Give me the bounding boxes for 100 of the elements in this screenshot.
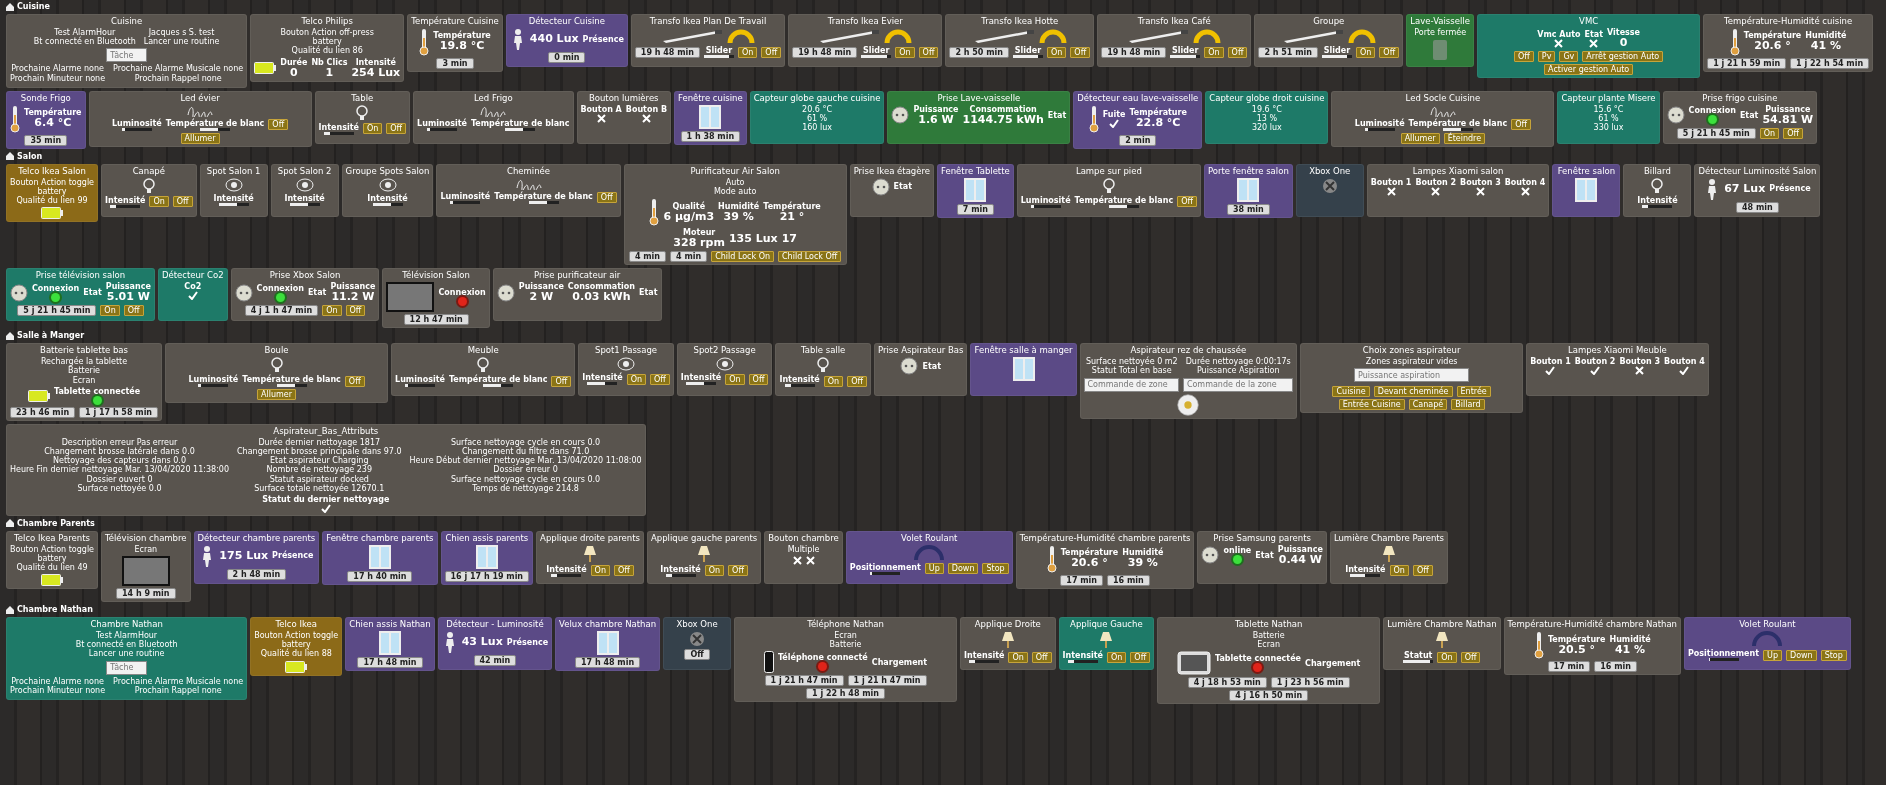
action-button[interactable]: Allumer — [257, 389, 297, 401]
slider[interactable] — [323, 131, 354, 135]
action-button[interactable]: Off — [123, 305, 144, 317]
input-field[interactable]: Commande de zone — [1083, 377, 1179, 392]
action-button[interactable]: Billard — [1451, 399, 1485, 411]
slider[interactable] — [200, 127, 231, 131]
slider[interactable] — [1030, 204, 1061, 208]
slider[interactable] — [870, 571, 901, 575]
slider[interactable] — [1067, 660, 1098, 664]
action-button[interactable]: Off — [650, 373, 670, 385]
action-button[interactable]: Off — [1177, 196, 1197, 208]
input-field[interactable]: Tâche — [106, 660, 147, 675]
action-button[interactable]: Cuisine — [1332, 386, 1370, 398]
slider[interactable] — [404, 384, 435, 388]
slider[interactable] — [483, 384, 514, 388]
slider[interactable] — [551, 573, 582, 577]
action-button[interactable]: Éteindre — [1443, 132, 1486, 144]
action-button[interactable]: On — [704, 565, 725, 577]
action-button[interactable]: Off — [1379, 46, 1400, 58]
action-button[interactable]: Off — [386, 123, 407, 135]
action-button[interactable]: On — [1204, 46, 1224, 58]
action-button[interactable]: On — [1046, 46, 1067, 58]
action-button[interactable]: On — [1355, 46, 1376, 58]
slider[interactable] — [686, 382, 717, 386]
slider[interactable] — [450, 200, 481, 204]
action-button[interactable]: Arrêt gestion Auto — [1582, 51, 1664, 63]
action-button[interactable]: Off — [728, 565, 748, 577]
action-button[interactable]: On — [100, 305, 120, 317]
action-button[interactable]: On — [149, 196, 169, 208]
action-button[interactable]: Off — [1412, 565, 1433, 577]
slider[interactable] — [198, 384, 229, 388]
action-button[interactable]: Off — [596, 192, 617, 204]
action-button[interactable]: Canapé — [1408, 399, 1448, 411]
slider[interactable] — [1108, 204, 1139, 208]
action-button[interactable]: Off — [1514, 51, 1534, 63]
action-button[interactable]: Up — [1763, 649, 1782, 661]
action-button[interactable]: Off — [614, 565, 634, 577]
action-button[interactable]: On — [1759, 127, 1780, 139]
action-button[interactable]: Allumer — [180, 132, 220, 144]
slider[interactable] — [861, 55, 892, 58]
action-button[interactable]: Off — [1783, 127, 1803, 139]
action-button[interactable]: Pv — [1537, 51, 1556, 63]
action-button[interactable]: Off — [1070, 46, 1091, 58]
action-button[interactable]: Off — [344, 375, 365, 387]
action-button[interactable]: Allumer — [1400, 132, 1440, 144]
action-button[interactable]: On — [823, 375, 844, 387]
action-button[interactable]: Off — [847, 375, 867, 387]
action-button[interactable]: Stop — [1820, 649, 1847, 661]
action-button[interactable]: Off — [918, 46, 939, 58]
slider[interactable] — [1364, 127, 1395, 131]
slider[interactable] — [1442, 127, 1473, 131]
slider[interactable] — [218, 202, 249, 206]
action-button[interactable]: Up — [924, 563, 944, 575]
action-button[interactable]: Stop — [982, 563, 1009, 575]
action-button[interactable]: On — [322, 305, 342, 317]
action-button[interactable]: Devant cheminée — [1373, 386, 1453, 398]
action-button[interactable]: Down — [1785, 649, 1817, 661]
action-button[interactable]: Off — [1460, 651, 1481, 663]
input-field[interactable]: Tâche — [106, 48, 147, 63]
slider[interactable] — [969, 660, 1000, 664]
input-field[interactable]: Commande de la zone — [1182, 377, 1294, 392]
action-button[interactable]: Gv — [1559, 51, 1579, 63]
action-button[interactable]: On — [1008, 651, 1028, 663]
action-button[interactable]: Off — [268, 119, 289, 131]
slider[interactable] — [110, 204, 141, 208]
action-button[interactable]: Off — [748, 373, 769, 385]
slider[interactable] — [427, 127, 457, 131]
action-button[interactable]: On — [725, 373, 745, 385]
action-button[interactable]: Off — [172, 196, 193, 208]
action-button[interactable]: Entrée — [1456, 386, 1491, 398]
action-button[interactable]: Off — [1227, 46, 1248, 58]
slider[interactable] — [505, 127, 536, 131]
slider[interactable] — [587, 382, 618, 386]
slider[interactable] — [289, 202, 320, 206]
slider[interactable] — [665, 573, 696, 577]
action-button[interactable]: Child Lock On — [711, 251, 775, 263]
action-button[interactable]: Off — [345, 305, 366, 317]
action-button[interactable]: Activer gestion Auto — [1544, 64, 1634, 76]
input-field[interactable]: Puissance aspiration — [1354, 368, 1470, 383]
slider[interactable] — [121, 127, 152, 131]
slider[interactable] — [1170, 55, 1201, 58]
action-button[interactable]: Off — [1511, 119, 1531, 131]
slider[interactable] — [784, 384, 815, 388]
action-button[interactable]: Off — [1130, 651, 1151, 663]
action-button[interactable]: Off — [761, 46, 782, 58]
action-button[interactable]: On — [737, 46, 758, 58]
slider[interactable] — [372, 202, 403, 206]
action-button[interactable]: On — [590, 565, 610, 577]
action-button[interactable]: On — [895, 46, 915, 58]
action-button[interactable]: On — [362, 123, 383, 135]
action-button[interactable]: On — [1437, 651, 1457, 663]
action-button[interactable]: On — [626, 373, 647, 385]
slider[interactable] — [1350, 573, 1381, 577]
action-button[interactable]: On — [1106, 651, 1127, 663]
action-button[interactable]: Child Lock Off — [778, 251, 842, 263]
action-button[interactable]: Entrée Cuisine — [1338, 399, 1405, 411]
action-button[interactable]: Off — [551, 375, 572, 387]
action-button[interactable]: Off — [1031, 651, 1052, 663]
slider[interactable] — [1708, 658, 1739, 662]
action-button[interactable]: On — [1389, 565, 1409, 577]
